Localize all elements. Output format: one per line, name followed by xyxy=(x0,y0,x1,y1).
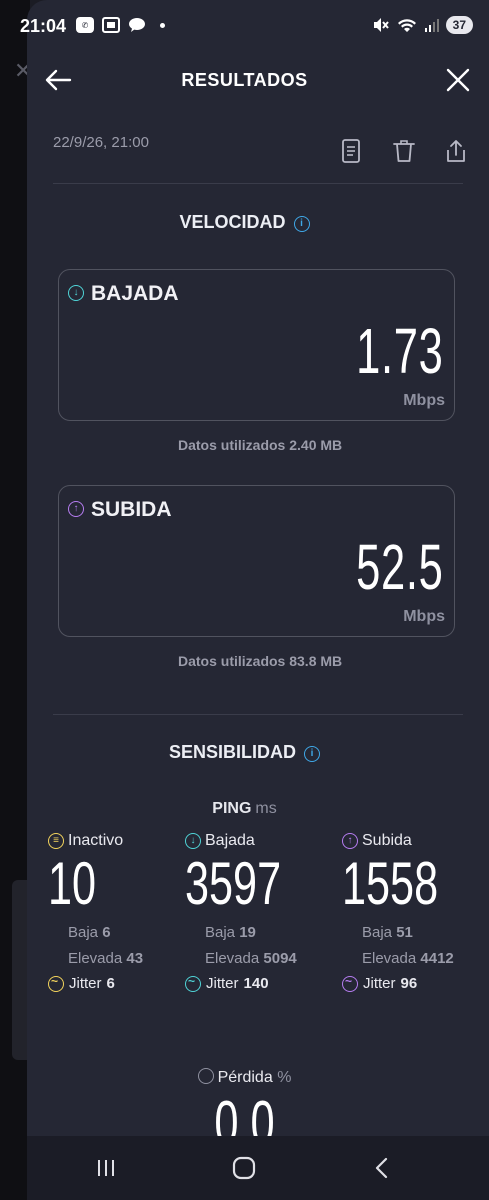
mute-icon xyxy=(373,18,389,32)
notification-icons: ✆ xyxy=(76,17,165,33)
idle-icon: ≡ xyxy=(48,833,64,849)
info-icon[interactable]: i xyxy=(293,216,310,232)
upload-label: SUBIDA xyxy=(91,498,172,521)
arrow-down-circle-icon: ↓ xyxy=(185,833,201,849)
sensibilidad-title-text: SENSIBILIDAD xyxy=(168,742,296,762)
divider xyxy=(53,714,463,715)
ping-upload-jitter: Jitter 96 xyxy=(342,974,475,992)
loss-unit: % xyxy=(277,1069,292,1086)
status-bar: 21:04 ✆ 37 xyxy=(0,0,489,56)
status-time: 21:04 xyxy=(20,16,67,36)
jitter-icon xyxy=(342,974,358,992)
ping-idle-value: 10 xyxy=(48,850,97,917)
close-icon xyxy=(446,68,470,92)
document-icon xyxy=(342,139,360,163)
chevron-left-icon xyxy=(375,1157,388,1179)
system-back-button[interactable] xyxy=(364,1150,400,1186)
ping-upload-high: Elevada 4412 xyxy=(362,950,454,967)
delete-button[interactable] xyxy=(392,138,416,164)
ping-download-jitter: Jitter 140 xyxy=(185,974,318,992)
ping-title: PING ms xyxy=(0,800,489,818)
loss-icon xyxy=(197,1068,214,1084)
ping-download-value: 3597 xyxy=(185,850,282,917)
download-card: ↓ BAJADA 1.73 Mbps xyxy=(58,269,455,421)
battery-indicator: 37 xyxy=(445,16,473,34)
ping-idle-column: ≡Inactivo 10 Baja 6 Elevada 43 Jitter 6 xyxy=(48,832,143,992)
velocidad-title: VELOCIDAD i xyxy=(0,212,489,233)
share-icon xyxy=(447,140,465,162)
close-button[interactable] xyxy=(442,64,474,96)
ping-upload-column: ↑Subida 1558 Baja 51 Elevada 4412 Jitter… xyxy=(342,832,475,992)
upload-card: ↑ SUBIDA 52.5 Mbps xyxy=(58,485,455,637)
ping-idle-high: Elevada 43 xyxy=(68,950,144,967)
page-title: RESULTADOS xyxy=(181,70,308,90)
download-data-used: Datos utilizados 2.40 MB xyxy=(178,437,343,453)
system-icons: 37 xyxy=(372,16,473,34)
ping-download-low: Baja 19 xyxy=(205,924,256,941)
arrow-up-circle-icon: ↑ xyxy=(342,833,358,849)
recents-icon xyxy=(98,1160,114,1176)
ping-idle-jitter: Jitter 6 xyxy=(48,974,143,992)
ping-unit: ms xyxy=(255,800,277,817)
screenshot-icon xyxy=(102,17,120,33)
packet-loss-header: Pérdida % xyxy=(0,1068,489,1087)
loss-label: Pérdida xyxy=(217,1069,273,1086)
trash-icon xyxy=(393,140,415,162)
info-icon[interactable]: i xyxy=(304,746,320,762)
home-button[interactable] xyxy=(226,1150,262,1186)
upload-data-used: Datos utilizados 83.8 MB xyxy=(178,653,343,669)
ping-upload-value: 1558 xyxy=(342,850,439,917)
result-date: 22/9/26, 21:00 xyxy=(53,134,149,151)
upload-value: 52.5 xyxy=(356,531,444,603)
background-app: ✕ xyxy=(0,0,32,1200)
upload-unit: Mbps xyxy=(403,608,445,625)
viber-icon: ✆ xyxy=(76,17,94,33)
download-label: BAJADA xyxy=(91,282,179,305)
share-button[interactable] xyxy=(444,138,468,164)
chat-bubble-icon xyxy=(129,18,145,32)
ping-label: PING xyxy=(212,800,252,817)
divider xyxy=(53,183,463,184)
signal-icon xyxy=(424,19,439,32)
ping-download-column: ↓Bajada 3597 Baja 19 Elevada 5094 Jitter… xyxy=(185,832,318,992)
arrow-down-circle-icon: ↓ xyxy=(68,285,84,301)
details-button[interactable] xyxy=(339,138,363,164)
sensibilidad-title: SENSIBILIDAD i xyxy=(0,742,489,763)
download-unit: Mbps xyxy=(403,392,445,409)
home-icon xyxy=(232,1156,256,1180)
ping-download-high: Elevada 5094 xyxy=(205,950,297,967)
arrow-up-circle-icon: ↑ xyxy=(68,501,84,517)
jitter-icon xyxy=(185,974,201,992)
recents-button[interactable] xyxy=(88,1150,124,1186)
ping-upload-low: Baja 51 xyxy=(362,924,413,941)
wifi-icon xyxy=(397,19,416,32)
ping-idle-low: Baja 6 xyxy=(68,924,111,941)
loss-value: 0.0 xyxy=(214,1089,275,1138)
dot-icon xyxy=(160,22,165,28)
velocidad-title-text: VELOCIDAD xyxy=(179,212,286,232)
jitter-icon xyxy=(48,974,64,992)
download-value: 1.73 xyxy=(356,315,444,387)
